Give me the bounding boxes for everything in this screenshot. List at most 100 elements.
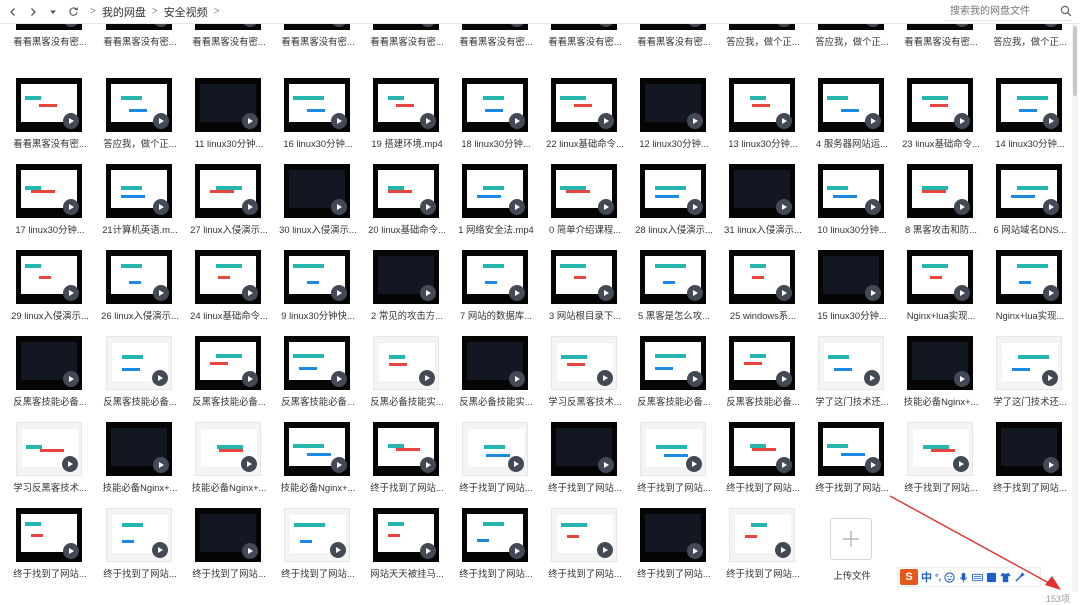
- file-tile[interactable]: 反黑客技能必备...: [637, 336, 711, 422]
- file-tile[interactable]: 24 linux基础命令...: [190, 250, 268, 336]
- file-tile[interactable]: 31 linux入侵演示...: [724, 164, 802, 250]
- breadcrumb-item-current[interactable]: 安全视频: [164, 4, 208, 20]
- file-tile[interactable]: 网站天天被挂马...: [370, 508, 444, 594]
- play-button[interactable]: [63, 285, 79, 301]
- play-button[interactable]: [776, 199, 792, 215]
- video-thumbnail[interactable]: [818, 78, 884, 132]
- play-button[interactable]: [242, 543, 258, 559]
- video-thumbnail[interactable]: [195, 422, 261, 476]
- video-thumbnail[interactable]: [729, 164, 795, 218]
- play-button[interactable]: [687, 543, 703, 559]
- play-button[interactable]: [776, 457, 792, 473]
- file-tile[interactable]: 11 linux30分钟...: [195, 78, 263, 164]
- video-thumbnail[interactable]: [818, 164, 884, 218]
- file-tile[interactable]: 终于找到了网站...: [548, 422, 622, 508]
- play-button[interactable]: [509, 371, 525, 387]
- video-thumbnail[interactable]: [284, 164, 350, 218]
- file-tile[interactable]: 反黑客技能必备...: [726, 336, 800, 422]
- video-thumbnail[interactable]: [640, 250, 706, 304]
- file-tile[interactable]: 反黑客技能必备...: [192, 336, 266, 422]
- video-thumbnail[interactable]: [373, 508, 439, 562]
- video-thumbnail[interactable]: [729, 250, 795, 304]
- refresh-button[interactable]: [64, 3, 82, 21]
- play-button[interactable]: [687, 113, 703, 129]
- video-thumbnail[interactable]: [462, 250, 528, 304]
- video-thumbnail[interactable]: [551, 250, 617, 304]
- video-thumbnail[interactable]: [373, 78, 439, 132]
- file-tile[interactable]: 终于找到了网站...: [103, 508, 177, 594]
- file-tile[interactable]: 终于找到了网站...: [459, 422, 533, 508]
- play-button[interactable]: [865, 113, 881, 129]
- play-button[interactable]: [776, 113, 792, 129]
- video-thumbnail[interactable]: [373, 250, 439, 304]
- video-thumbnail[interactable]: [462, 78, 528, 132]
- play-button[interactable]: [775, 542, 791, 558]
- file-tile[interactable]: 终于找到了网站...: [637, 508, 711, 594]
- file-tile[interactable]: 终于找到了网站...: [192, 508, 266, 594]
- play-button[interactable]: [420, 543, 436, 559]
- play-button[interactable]: [330, 542, 346, 558]
- skin-icon[interactable]: [986, 572, 997, 583]
- file-tile[interactable]: 16 linux30分钟...: [283, 78, 353, 164]
- video-thumbnail[interactable]: [106, 164, 172, 218]
- video-thumbnail[interactable]: [551, 336, 617, 390]
- file-tile[interactable]: 25 windows系...: [729, 250, 797, 336]
- play-button[interactable]: [63, 543, 79, 559]
- file-tile[interactable]: 12 linux30分钟...: [639, 78, 709, 164]
- play-button[interactable]: [509, 199, 525, 215]
- file-tile[interactable]: 5 黑客是怎么攻...: [638, 250, 710, 336]
- video-thumbnail[interactable]: [16, 508, 82, 562]
- file-tile[interactable]: Nginx+lua实现...: [996, 250, 1064, 336]
- video-thumbnail[interactable]: [106, 336, 172, 390]
- play-button[interactable]: [509, 543, 525, 559]
- video-thumbnail[interactable]: [818, 250, 884, 304]
- video-thumbnail[interactable]: [551, 164, 617, 218]
- video-thumbnail[interactable]: [284, 250, 350, 304]
- play-button[interactable]: [331, 199, 347, 215]
- play-button[interactable]: [63, 113, 79, 129]
- file-tile[interactable]: 0 简单介绍课程...: [549, 164, 621, 250]
- file-tile[interactable]: 26 linux入侵演示...: [101, 250, 179, 336]
- play-button[interactable]: [153, 457, 169, 473]
- video-thumbnail[interactable]: [640, 508, 706, 562]
- file-tile[interactable]: 1 网络安全法.mp4: [458, 164, 534, 250]
- video-thumbnail[interactable]: [16, 78, 82, 132]
- file-tile[interactable]: Nginx+lua实现...: [907, 250, 975, 336]
- video-thumbnail[interactable]: [462, 508, 528, 562]
- video-thumbnail[interactable]: [907, 422, 973, 476]
- play-button[interactable]: [1043, 457, 1059, 473]
- play-button[interactable]: [864, 370, 880, 386]
- file-tile[interactable]: 17 linux30分钟...: [15, 164, 85, 250]
- file-tile[interactable]: 技能必备Nginx+...: [103, 422, 177, 508]
- file-tile[interactable]: 答应我，做个正...: [103, 78, 177, 164]
- video-thumbnail[interactable]: [729, 78, 795, 132]
- video-thumbnail[interactable]: [16, 336, 82, 390]
- play-button[interactable]: [597, 542, 613, 558]
- ime-logo[interactable]: S: [900, 569, 918, 585]
- play-button[interactable]: [62, 456, 78, 472]
- ime-punct[interactable]: °,: [935, 572, 941, 582]
- file-tile[interactable]: 18 linux30分钟...: [461, 78, 531, 164]
- emoji-icon[interactable]: [944, 571, 955, 583]
- video-thumbnail[interactable]: [284, 78, 350, 132]
- file-tile[interactable]: 学习反黑客技术...: [13, 422, 87, 508]
- forward-button[interactable]: [24, 3, 42, 21]
- video-thumbnail[interactable]: [462, 164, 528, 218]
- search-icon[interactable]: [1060, 5, 1072, 17]
- file-tile[interactable]: 30 linux入侵演示...: [279, 164, 357, 250]
- file-tile[interactable]: 9 linux30分钟快...: [281, 250, 355, 336]
- video-thumbnail[interactable]: [195, 250, 261, 304]
- video-thumbnail[interactable]: [373, 164, 439, 218]
- file-tile[interactable]: 终于找到了网站...: [815, 422, 889, 508]
- play-button[interactable]: [1042, 370, 1058, 386]
- file-tile[interactable]: 4 服务器网站运...: [816, 78, 888, 164]
- play-button[interactable]: [420, 457, 436, 473]
- file-tile[interactable]: 技能必备Nginx+...: [192, 422, 266, 508]
- file-tile[interactable]: 反黑必备技能实...: [370, 336, 444, 422]
- history-dropdown[interactable]: [44, 3, 62, 21]
- play-button[interactable]: [776, 285, 792, 301]
- file-tile[interactable]: 6 网站域名DNS...: [994, 164, 1066, 250]
- play-button[interactable]: [152, 370, 168, 386]
- file-tile[interactable]: 21计算机英语.m...: [102, 164, 178, 250]
- play-button[interactable]: [597, 370, 613, 386]
